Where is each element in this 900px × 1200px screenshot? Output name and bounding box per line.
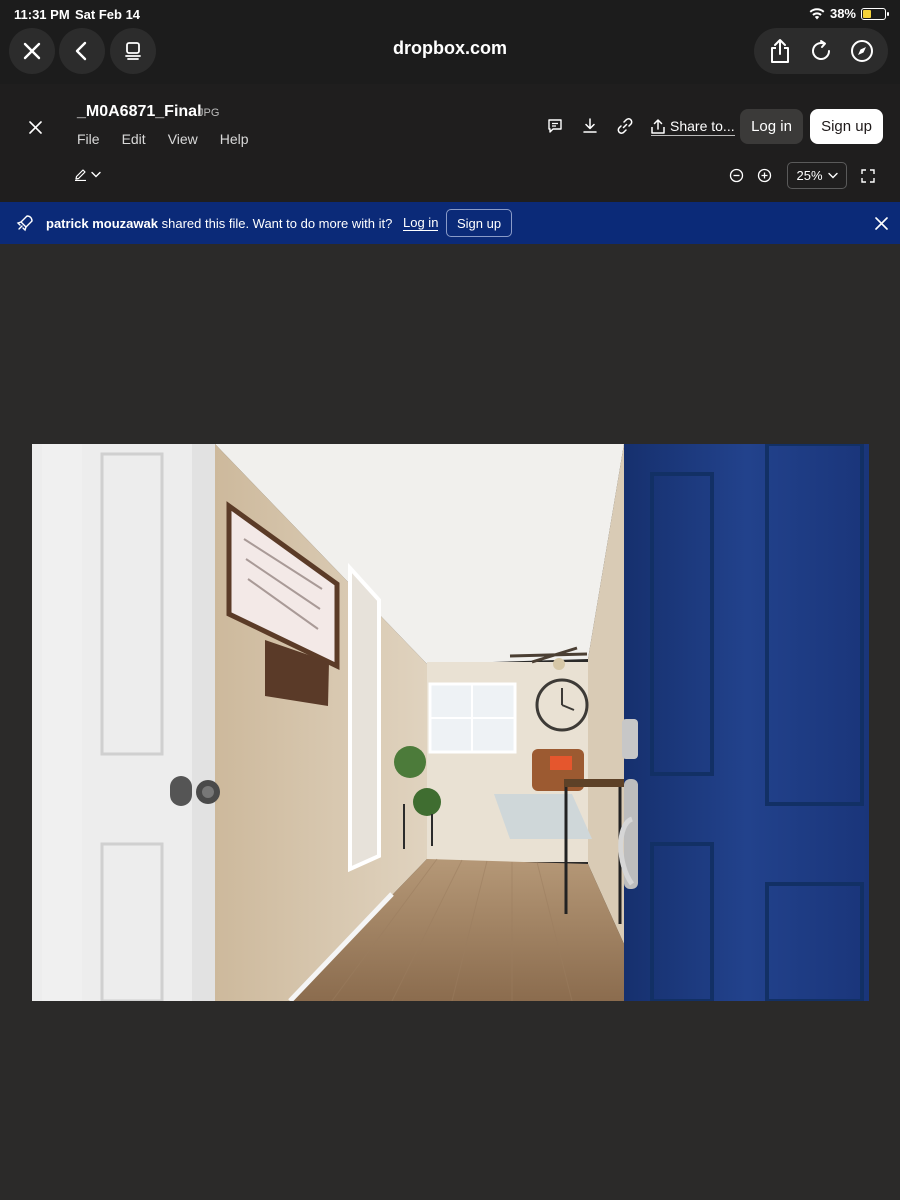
close-preview-button[interactable] — [24, 116, 46, 138]
sharer-name: patrick mouzawak — [46, 216, 158, 231]
banner-text: shared this file. Want to do more with i… — [161, 216, 393, 231]
file-name: _M0A6871_Final — [77, 103, 202, 120]
banner-signup-button[interactable]: Sign up — [446, 209, 512, 237]
status-date: Sat Feb 14 — [75, 7, 141, 22]
menu-help[interactable]: Help — [220, 131, 249, 147]
menu-view[interactable]: View — [168, 131, 198, 147]
markup-dropdown[interactable] — [74, 168, 101, 181]
image-preview — [32, 444, 869, 1001]
battery-percent: 38% — [829, 6, 856, 21]
banner-login-link[interactable]: Log in — [403, 215, 439, 231]
share-to-button[interactable]: Share to... — [651, 118, 735, 136]
zoom-select[interactable]: 25% — [787, 162, 847, 189]
download-icon — [583, 118, 597, 133]
shared-file-banner: patrick mouzawak shared this file. Want … — [0, 202, 900, 244]
share-button[interactable] — [768, 38, 792, 64]
status-time: 11:31 PM — [14, 7, 70, 22]
zoom-value: 25% — [796, 168, 823, 183]
menu-edit[interactable]: Edit — [122, 131, 146, 147]
dropbox-header: _M0A6871_Final JPG File Edit View Help S… — [0, 84, 900, 202]
banner-message: patrick mouzawak shared this file. Want … — [46, 216, 392, 231]
pen-icon — [75, 169, 86, 181]
share-icon — [651, 118, 665, 134]
comment-icon — [548, 119, 562, 133]
menu-file[interactable]: File — [77, 131, 100, 147]
download-button[interactable] — [581, 117, 599, 135]
chevron-down-icon — [827, 172, 838, 179]
wifi-icon — [809, 7, 825, 20]
file-type: JPG — [198, 107, 220, 119]
zoom-in-icon[interactable] — [757, 168, 772, 183]
compass-button[interactable] — [850, 39, 874, 63]
browser-actions — [754, 28, 888, 74]
menu-bar: File Edit View Help — [77, 131, 249, 147]
link-icon — [617, 118, 633, 134]
close-icon[interactable] — [875, 217, 888, 230]
battery-icon — [861, 7, 889, 20]
close-icon — [28, 120, 42, 134]
browser-chrome: 11:31 PM Sat Feb 14 38% dropbox.com — [0, 0, 900, 84]
chevron-down-icon — [91, 171, 101, 178]
rocket-icon — [16, 215, 33, 232]
toolbar-icons — [546, 117, 634, 135]
reload-button[interactable] — [809, 39, 833, 63]
login-button[interactable]: Log in — [740, 109, 803, 144]
comment-button[interactable] — [546, 117, 564, 135]
share-to-label: Share to... — [670, 118, 735, 134]
copy-link-button[interactable] — [616, 117, 634, 135]
signup-button[interactable]: Sign up — [810, 109, 883, 144]
status-right: 38% — [809, 6, 889, 21]
reload-icon — [811, 40, 830, 60]
fullscreen-icon[interactable] — [861, 169, 875, 183]
photo-hallway — [32, 444, 869, 1001]
share-icon — [771, 39, 790, 63]
zoom-out-icon[interactable] — [729, 168, 744, 183]
compass-icon — [850, 40, 873, 62]
